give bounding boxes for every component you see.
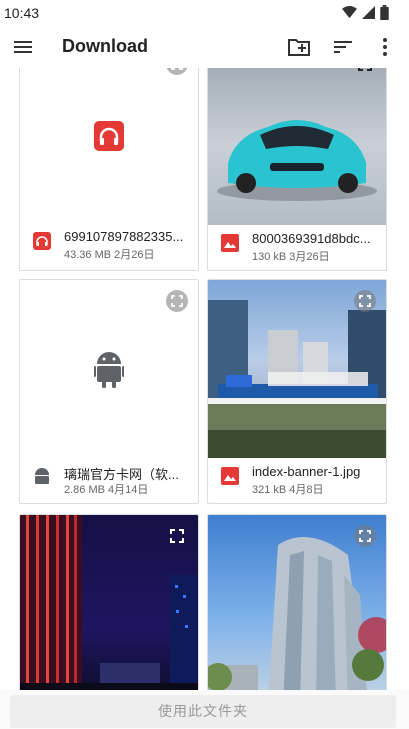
thumbnail-area xyxy=(20,280,198,458)
headphones-app-icon xyxy=(94,121,124,151)
file-name: 8000369391d8bdc... xyxy=(252,231,371,246)
car-image xyxy=(217,120,377,201)
expand-icon[interactable] xyxy=(354,525,376,547)
file-card[interactable]: 699107897882335... 43.36 MB 2月26日 xyxy=(19,68,199,271)
signal-icon xyxy=(362,6,375,19)
expand-icon[interactable] xyxy=(354,68,376,75)
file-card[interactable] xyxy=(19,514,199,690)
night-building-photo xyxy=(20,515,198,690)
file-info: index-banner-1.jpg 321 kB 4月8日 xyxy=(208,458,386,502)
expand-icon[interactable] xyxy=(354,290,376,312)
sort-icon[interactable] xyxy=(331,35,355,59)
file-meta: 130 kB 3月26日 xyxy=(252,251,330,263)
file-name: 699107897882335... xyxy=(64,229,184,244)
bottom-bar: 使用此文件夹 xyxy=(0,690,409,729)
file-info: 8000369391d8bdc... 130 kB 3月26日 xyxy=(208,225,386,269)
file-name: index-banner-1.jpg xyxy=(252,464,361,479)
file-meta: 321 kB 4月8日 xyxy=(252,484,324,496)
page-title: Download xyxy=(62,36,148,56)
expand-icon[interactable] xyxy=(166,525,188,547)
file-info: 璃瑞官方卡网（软... 2.86 MB 4月14日 xyxy=(20,458,198,502)
file-grid: 699107897882335... 43.36 MB 2月26日 800036… xyxy=(0,68,409,690)
glass-tower-photo xyxy=(208,515,386,690)
file-info: 699107897882335... 43.36 MB 2月26日 xyxy=(20,223,198,267)
wifi-icon xyxy=(342,6,357,19)
app-bar: Download xyxy=(0,26,409,68)
new-folder-icon[interactable] xyxy=(287,35,311,59)
use-folder-button[interactable]: 使用此文件夹 xyxy=(10,695,396,728)
expand-icon[interactable] xyxy=(166,290,188,312)
file-card[interactable]: 璃瑞官方卡网（软... 2.86 MB 4月14日 xyxy=(19,279,199,504)
image-file-icon xyxy=(221,234,239,252)
file-meta: 2.86 MB 4月14日 xyxy=(64,484,149,496)
thumbnail-area xyxy=(20,68,198,221)
file-card[interactable]: index-banner-1.jpg 321 kB 4月8日 xyxy=(207,279,387,504)
android-file-icon xyxy=(35,468,49,484)
expand-icon[interactable] xyxy=(166,68,188,75)
more-vert-icon[interactable] xyxy=(373,35,397,59)
battery-icon xyxy=(380,5,389,20)
status-time: 10:43 xyxy=(4,5,40,21)
menu-icon[interactable] xyxy=(12,36,34,58)
android-robot-icon xyxy=(94,352,124,388)
car-photo xyxy=(208,68,386,225)
audio-file-icon xyxy=(33,232,51,250)
file-card[interactable] xyxy=(207,514,387,690)
building-sign-photo xyxy=(208,280,386,458)
file-card[interactable]: 8000369391d8bdc... 130 kB 3月26日 xyxy=(207,68,387,271)
status-bar: 10:43 xyxy=(0,0,409,26)
file-meta: 43.36 MB 2月26日 xyxy=(64,249,155,261)
status-icons xyxy=(342,5,389,20)
image-file-icon xyxy=(221,467,239,485)
